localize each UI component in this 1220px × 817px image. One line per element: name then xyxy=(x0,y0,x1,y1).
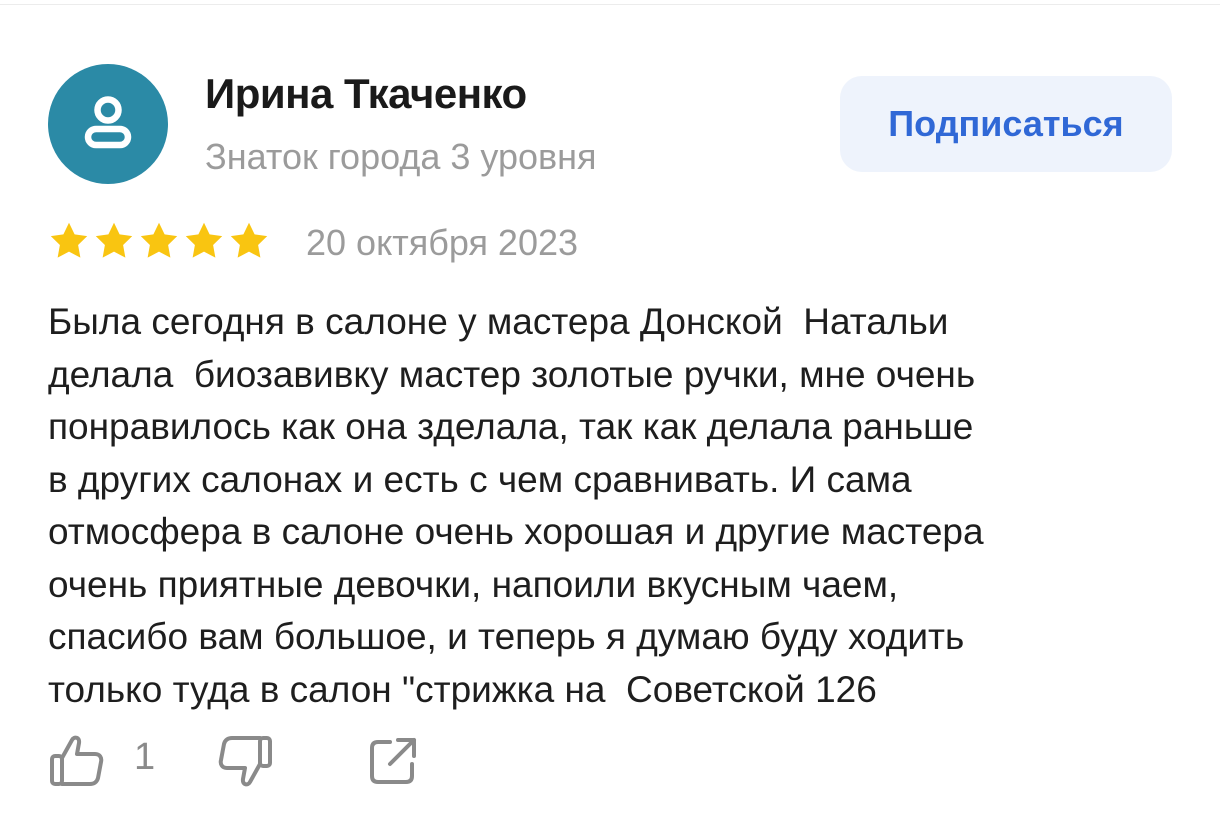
subscribe-button[interactable]: Подписаться xyxy=(840,76,1172,172)
review-text-line: только туда в салон "стрижка на Советско… xyxy=(48,668,877,710)
review-date: 20 октября 2023 xyxy=(306,222,579,263)
star-icon xyxy=(230,222,268,258)
author-level: Знаток города 3 уровня xyxy=(205,136,597,177)
review-text-line: в других салонах и есть с чем сравнивать… xyxy=(48,458,912,500)
top-divider xyxy=(0,4,1220,5)
user-icon xyxy=(84,96,132,149)
review-text-line: отмосфера в салоне очень хорошая и други… xyxy=(48,511,984,552)
review-text-line: Была сегодня в салоне у мастера Донской … xyxy=(48,301,949,342)
star-rating xyxy=(48,220,270,262)
star-icon xyxy=(50,222,88,258)
review-text-line: спасибо вам большое, и теперь я думаю бу… xyxy=(48,616,965,657)
thumbs-down-icon[interactable] xyxy=(216,732,274,790)
review-text: Была сегодня в салоне у мастера Донской … xyxy=(48,296,1158,716)
avatar[interactable] xyxy=(48,64,168,184)
review-text-line: делала биозавивку мастер золотые ручки, … xyxy=(48,353,976,395)
star-icon xyxy=(95,222,133,258)
review-text-line: понравилось как она зделала, так как дел… xyxy=(48,406,974,447)
author-name[interactable]: Ирина Ткаченко xyxy=(205,70,527,118)
share-icon[interactable] xyxy=(366,734,420,788)
review-text-line: очень приятные девочки, напоили вкусным … xyxy=(48,563,899,605)
star-icon xyxy=(185,222,223,258)
like-count: 1 xyxy=(134,736,156,778)
thumbs-up-icon[interactable] xyxy=(48,732,106,790)
star-icon xyxy=(140,222,178,258)
